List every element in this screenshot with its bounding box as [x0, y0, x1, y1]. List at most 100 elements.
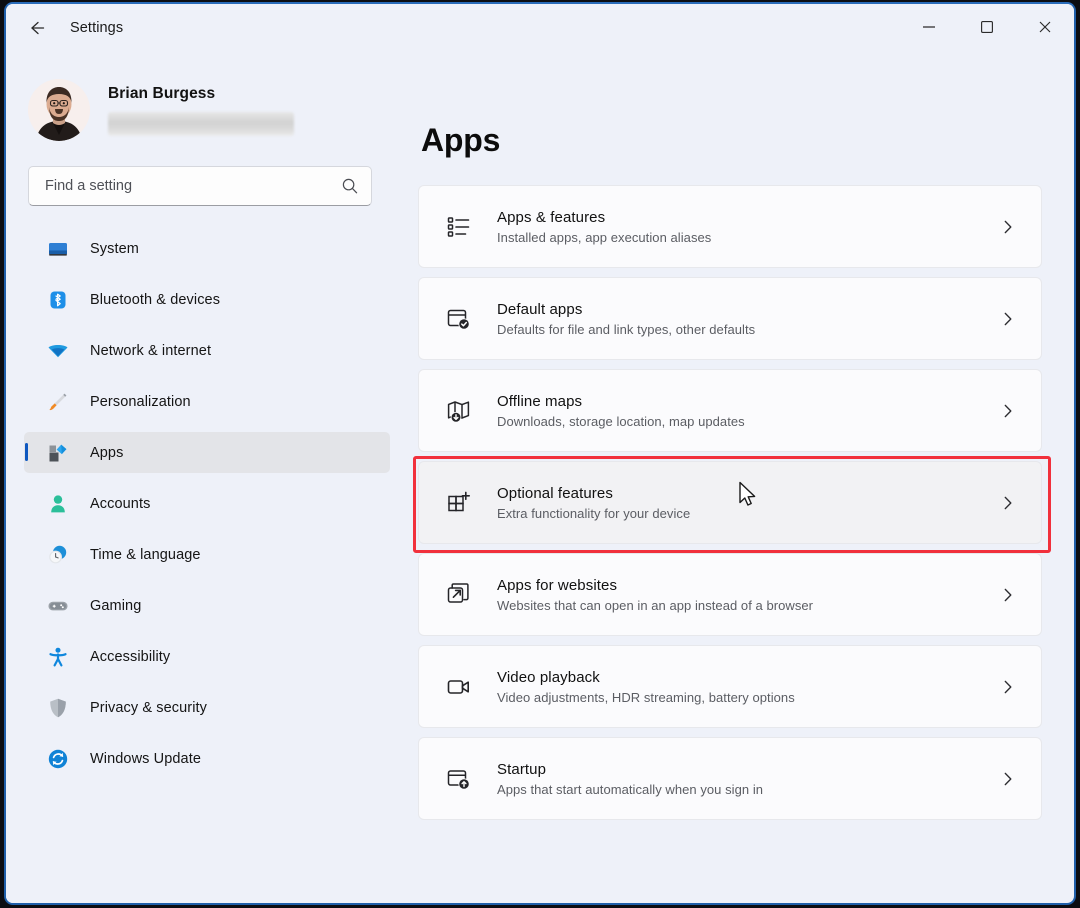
card-subtitle: Apps that start automatically when you s… [497, 781, 764, 797]
sidebar-item-privacy-security[interactable]: Privacy & security [24, 687, 390, 728]
card-default-apps[interactable]: Default apps Defaults for file and link … [418, 277, 1042, 360]
card-title: Apps for websites [497, 576, 618, 594]
card-text: Optional features Extra functionality fo… [497, 485, 997, 521]
sidebar-item-time-language[interactable]: Time & language [24, 534, 390, 575]
shield-icon [46, 696, 70, 720]
bluetooth-icon [46, 288, 70, 312]
card-text: Default apps Defaults for file and link … [497, 301, 997, 337]
card-subtitle: Websites that can open in an app instead… [497, 597, 814, 613]
update-refresh-icon [46, 747, 70, 771]
wifi-icon [46, 339, 70, 363]
card-video-playback[interactable]: Video playback Video adjustments, HDR st… [418, 645, 1042, 728]
map-download-icon [443, 395, 475, 427]
person-icon [46, 492, 70, 516]
video-camera-icon [443, 671, 475, 703]
card-title: Apps & features [497, 208, 606, 226]
sidebar-nav: System Bluetooth & devices Network & int… [24, 228, 390, 779]
sidebar-item-label: Bluetooth & devices [90, 291, 221, 308]
chevron-right-icon [997, 768, 1019, 790]
sidebar-item-bluetooth-devices[interactable]: Bluetooth & devices [24, 279, 390, 320]
card-title: Video playback [497, 668, 600, 686]
account-email-redacted [108, 111, 294, 136]
card-optional-features[interactable]: Optional features Extra functionality fo… [418, 461, 1042, 544]
back-arrow-icon [31, 21, 45, 35]
apps-icon [46, 441, 70, 465]
sidebar-item-network-internet[interactable]: Network & internet [24, 330, 390, 371]
card-text: Startup Apps that start automatically wh… [497, 761, 997, 797]
card-subtitle: Video adjustments, HDR streaming, batter… [497, 689, 795, 705]
close-icon [1039, 21, 1051, 33]
card-title: Optional features [497, 484, 613, 502]
card-subtitle: Defaults for file and link types, other … [497, 321, 756, 337]
chevron-right-icon [997, 400, 1019, 422]
sidebar-item-apps[interactable]: Apps [24, 432, 390, 473]
sidebar-item-gaming[interactable]: Gaming [24, 585, 390, 626]
account-name: Brian Burgess [108, 84, 216, 102]
chevron-right-icon [997, 216, 1019, 238]
chevron-right-icon [997, 308, 1019, 330]
card-startup[interactable]: Startup Apps that start automatically wh… [418, 737, 1042, 820]
sidebar-item-system[interactable]: System [24, 228, 390, 269]
card-subtitle: Extra functionality for your device [497, 505, 691, 521]
sidebar-item-label: Windows Update [90, 750, 202, 767]
window-check-icon [443, 303, 475, 335]
chevron-right-icon [997, 492, 1019, 514]
sidebar-item-label: Time & language [90, 546, 201, 563]
close-button[interactable] [1016, 4, 1074, 50]
clock-icon [46, 543, 70, 567]
sidebar-item-label: Accounts [90, 495, 151, 512]
accessibility-icon [46, 645, 70, 669]
sidebar-item-label: Privacy & security [90, 699, 208, 716]
chevron-right-icon [997, 584, 1019, 606]
sidebar-item-windows-update[interactable]: Windows Update [24, 738, 390, 779]
card-title: Default apps [497, 300, 583, 318]
search-input[interactable] [45, 178, 341, 194]
sidebar-item-personalization[interactable]: Personalization [24, 381, 390, 422]
sidebar: Brian Burgess Find a setting System Blue… [6, 52, 404, 903]
card-apps-for-websites[interactable]: Apps for websites Websites that can open… [418, 553, 1042, 636]
external-link-icon [443, 579, 475, 611]
minimize-button[interactable] [900, 4, 958, 50]
minimize-icon [923, 26, 935, 28]
bulleted-list-icon [443, 211, 475, 243]
maximize-icon [981, 21, 993, 33]
card-subtitle: Installed apps, app execution aliases [497, 229, 712, 245]
title-bar: Settings [6, 4, 1074, 52]
card-title: Startup [497, 760, 547, 778]
grid-plus-icon [443, 487, 475, 519]
search-box[interactable] [28, 166, 372, 206]
sidebar-item-label: Network & internet [90, 342, 212, 359]
maximize-button[interactable] [958, 4, 1016, 50]
paintbrush-icon [46, 390, 70, 414]
sidebar-item-label: System [90, 240, 139, 257]
card-apps-and-features[interactable]: Apps & features Installed apps, app exec… [418, 185, 1042, 268]
card-title: Offline maps [497, 392, 583, 410]
card-text: Video playback Video adjustments, HDR st… [497, 669, 997, 705]
avatar [28, 79, 90, 141]
chevron-right-icon [997, 676, 1019, 698]
sidebar-item-label: Accessibility [90, 648, 171, 665]
window-body: Brian Burgess Find a setting System Blue… [6, 52, 1074, 903]
gamepad-icon [46, 594, 70, 618]
card-text: Apps for websites Websites that can open… [497, 577, 997, 613]
main-content: Apps Apps & features Installed apps, app… [404, 52, 1074, 903]
settings-window: Settings Brian Burgess Find a setting Sy… [4, 2, 1076, 905]
sidebar-item-label: Gaming [90, 597, 142, 614]
sidebar-item-accounts[interactable]: Accounts [24, 483, 390, 524]
user-avatar-photo [28, 79, 90, 141]
card-text: Offline maps Downloads, storage location… [497, 393, 997, 429]
back-button[interactable] [20, 13, 54, 43]
account-text: Brian Burgess [108, 85, 294, 136]
settings-card-list: Apps & features Installed apps, app exec… [418, 185, 1042, 820]
card-text: Apps & features Installed apps, app exec… [497, 209, 997, 245]
account-section[interactable]: Brian Burgess [28, 70, 390, 150]
window-uparrow-icon [443, 763, 475, 795]
page-title: Apps [421, 122, 501, 158]
sidebar-item-accessibility[interactable]: Accessibility [24, 636, 390, 677]
sidebar-item-label: Personalization [90, 393, 191, 410]
card-subtitle: Downloads, storage location, map updates [497, 413, 745, 429]
card-offline-maps[interactable]: Offline maps Downloads, storage location… [418, 369, 1042, 452]
sidebar-item-label: Apps [90, 444, 124, 461]
window-title: Settings [70, 20, 124, 36]
search-icon[interactable] [341, 177, 359, 195]
